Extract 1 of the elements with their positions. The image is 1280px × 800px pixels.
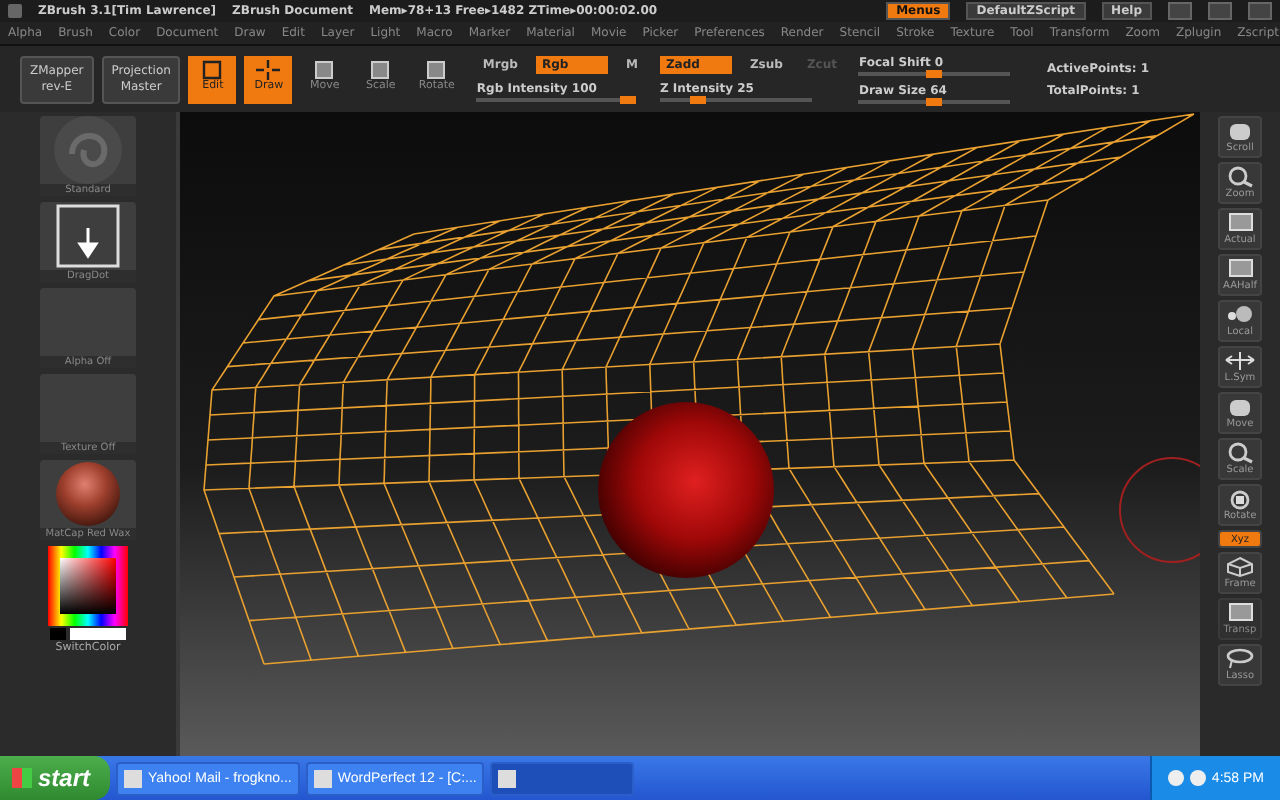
start-button[interactable]: start — [0, 756, 111, 800]
